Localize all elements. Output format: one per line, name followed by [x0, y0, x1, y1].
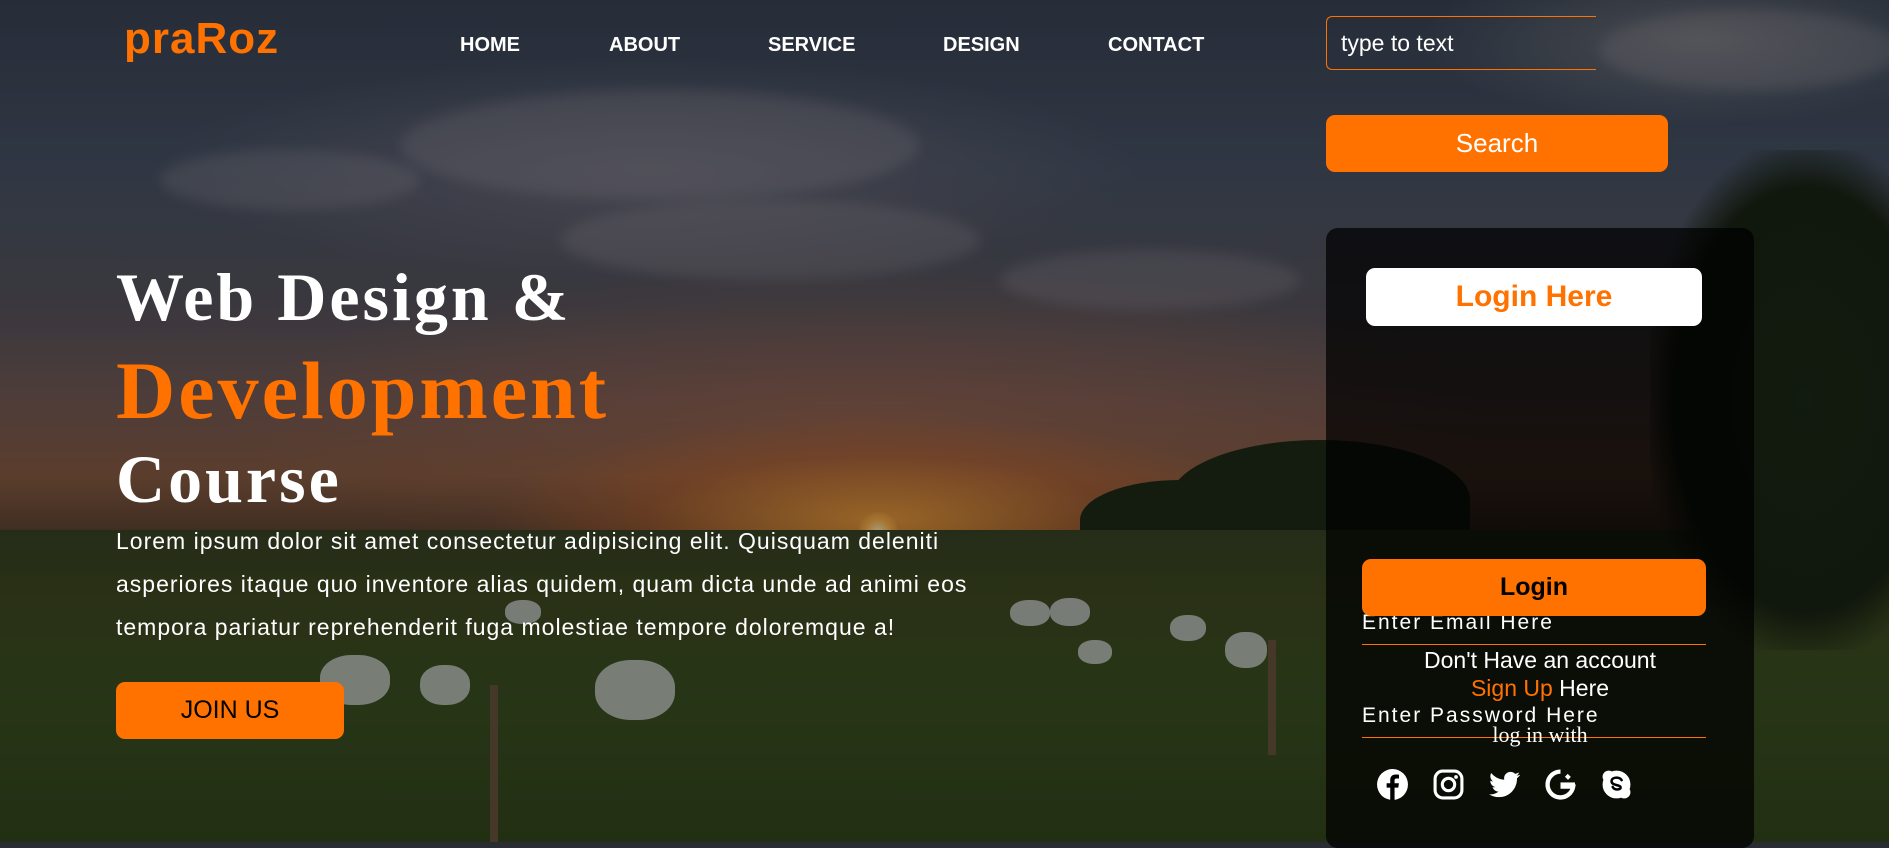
signup-suffix: Here	[1552, 675, 1610, 701]
join-us-button[interactable]: JOIN US	[116, 682, 344, 739]
hero-title-line-3: Course	[116, 441, 342, 517]
no-account-text: Don't Have an account	[1424, 647, 1656, 673]
nav-link-contact[interactable]: CONTACT	[1108, 34, 1204, 57]
login-card: Login Here Login Don't Have an account S…	[1326, 228, 1754, 848]
hero-description: Lorem ipsum dolor sit amet consectetur a…	[116, 528, 968, 640]
login-button[interactable]: Login	[1362, 559, 1706, 616]
nav-link-about[interactable]: ABOUT	[609, 34, 680, 57]
google-icon[interactable]	[1544, 768, 1577, 801]
nav-link-home[interactable]: HOME	[460, 34, 520, 57]
brand-logo[interactable]: praRoz	[124, 14, 279, 64]
login-title: Login Here	[1366, 268, 1702, 326]
nav-link-design[interactable]: DESIGN	[943, 34, 1020, 57]
social-login-row	[1376, 768, 1633, 801]
search-button[interactable]: Search	[1326, 115, 1668, 172]
instagram-icon[interactable]	[1432, 768, 1465, 801]
signup-link[interactable]: Sign Up	[1471, 675, 1553, 701]
facebook-icon[interactable]	[1376, 768, 1409, 801]
skype-icon[interactable]	[1600, 768, 1633, 801]
hero-title-line-2: Development	[116, 345, 610, 436]
nav-link-service[interactable]: SERVICE	[768, 34, 855, 57]
search-input[interactable]	[1326, 16, 1596, 70]
twitter-icon[interactable]	[1488, 768, 1521, 801]
log-in-with-label: log in with	[1492, 722, 1588, 747]
signup-prompt: Don't Have an account Sign Up Here	[1326, 646, 1754, 702]
hero-title-line-1: Web Design &	[116, 259, 572, 335]
